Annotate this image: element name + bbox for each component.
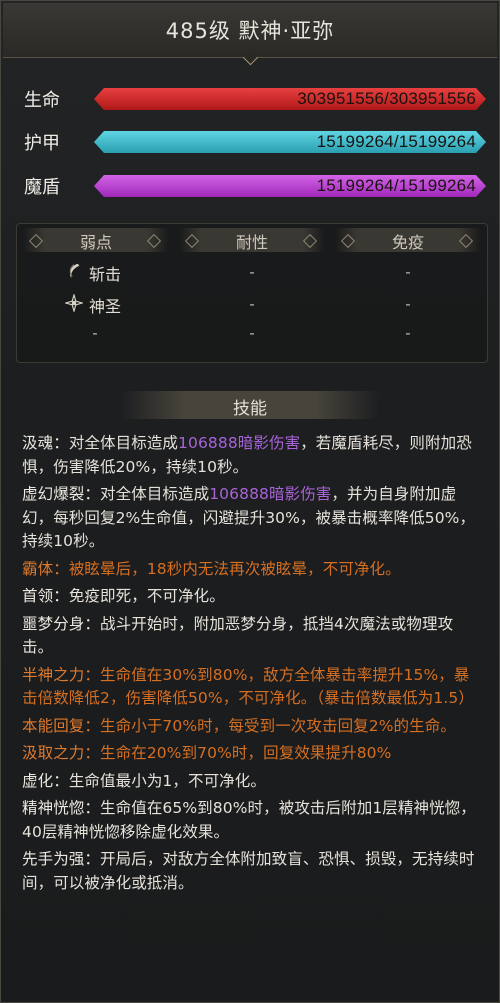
skill-name: 噩梦分身：	[22, 614, 101, 633]
hp-label: 生命	[24, 90, 60, 111]
skill-name: 汲魂：	[22, 434, 69, 452]
skill-description: 生命小于70%时，每受到一次攻击回复2%的生命。	[100, 716, 456, 735]
skill-name: 半神之力：	[22, 665, 101, 684]
skill-description: 对全体目标造成	[100, 485, 210, 503]
resist-cell: -	[249, 324, 255, 342]
shield-row: 魔盾 15199264/15199264	[0, 171, 500, 201]
skill-damage: 106888暗影伤害	[178, 434, 301, 452]
shield-label: 魔盾	[24, 177, 60, 198]
skill-entry: 虚幻爆裂：对全体目标造成106888暗影伤害，并为自身附加虚幻，每秒回复2%生命…	[22, 483, 482, 554]
skill-name: 本能回复：	[22, 716, 101, 735]
skill-entry: 霸体：被眩晕后，18秒内无法再次被眩晕，不可净化。	[22, 558, 482, 582]
skill-entry: 噩梦分身：战斗开始时，附加恶梦分身，抵挡4次魔法或物理攻击。	[22, 613, 482, 660]
shield-bar: 15199264/15199264	[94, 175, 486, 197]
resist-cell: -	[249, 295, 255, 313]
shield-value: 15199264/15199264	[316, 176, 476, 195]
skill-entry: 汲魂：对全体目标造成106888暗影伤害，若魔盾耗尽，则附加恐惧，伤害降低20%…	[22, 432, 482, 479]
hp-row: 生命 303951556/303951556	[0, 84, 500, 114]
armor-bar: 15199264/15199264	[94, 131, 486, 153]
holy-icon	[65, 294, 83, 312]
immune-cell: -	[405, 324, 411, 342]
immune-cell: -	[405, 295, 411, 313]
skill-entry: 半神之力：生命值在30%到80%，敌方全体暴击率提升15%，暴击倍数降低2，伤害…	[22, 664, 482, 711]
skills-header: 技能	[120, 391, 380, 419]
weakness-holy: 神圣	[89, 297, 122, 316]
skill-name: 汲取之力：	[22, 744, 101, 762]
skill-name: 首领：	[22, 587, 69, 605]
slash-icon	[69, 263, 80, 279]
armor-value: 15199264/15199264	[316, 132, 476, 151]
armor-row: 护甲 15199264/15199264	[0, 127, 500, 157]
resistance-header: 耐性	[235, 233, 268, 252]
skill-damage: 106888暗影伤害	[209, 485, 332, 503]
resistance-panel: 弱点 耐性 免疫 斩击 - - 神圣 - - - - -	[16, 223, 488, 363]
immune-cell: -	[405, 263, 411, 281]
skill-description: 生命在20%到70%时，回复效果提升80%	[100, 744, 392, 762]
skill-entry: 虚化：生命值最小为1，不可净化。	[22, 770, 482, 794]
skill-description: 对全体目标造成	[68, 434, 179, 452]
weakness-slash: 斩击	[89, 265, 122, 284]
boss-title: 485级 默神·亚弥	[165, 19, 335, 43]
skill-entry: 首领：免疫即死，不可净化。	[22, 585, 482, 609]
hp-bar: 303951556/303951556	[94, 88, 486, 110]
skill-entry: 汲取之力：生命在20%到70%时，回复效果提升80%	[22, 742, 482, 766]
skills-header-label: 技能	[233, 399, 267, 419]
skill-name: 虚幻爆裂：	[22, 485, 101, 503]
skill-name: 霸体：	[22, 559, 69, 578]
weak-cell: -	[92, 324, 98, 342]
armor-label: 护甲	[24, 133, 60, 154]
skill-description: 被眩晕后，18秒内无法再次被眩晕，不可净化。	[68, 559, 401, 578]
skill-name: 虚化：	[22, 771, 69, 790]
skill-description: 生命值最小为1，不可净化。	[68, 771, 266, 790]
resist-cell: -	[249, 263, 255, 281]
skill-name: 先手为强：	[22, 850, 101, 868]
hp-value: 303951556/303951556	[297, 89, 476, 108]
skill-entry: 精神恍惚：生命值在65%到80%时，被攻击后附加1层精神恍惚，40层精神恍惚移除…	[22, 797, 482, 844]
immunity-header: 免疫	[391, 233, 424, 252]
skill-description: 免疫即死，不可净化。	[68, 587, 225, 605]
skill-name: 精神恍惚：	[22, 799, 101, 817]
skills-list: 汲魂：对全体目标造成106888暗影伤害，若魔盾耗尽，则附加恐惧，伤害降低20%…	[22, 432, 482, 899]
skill-entry: 本能回复：生命小于70%时，每受到一次攻击回复2%的生命。	[22, 715, 482, 739]
skill-entry: 先手为强：开局后，对敌方全体附加致盲、恐惧、损毁，无持续时间，可以被净化或抵消。	[22, 848, 482, 895]
weakness-header: 弱点	[79, 233, 112, 252]
